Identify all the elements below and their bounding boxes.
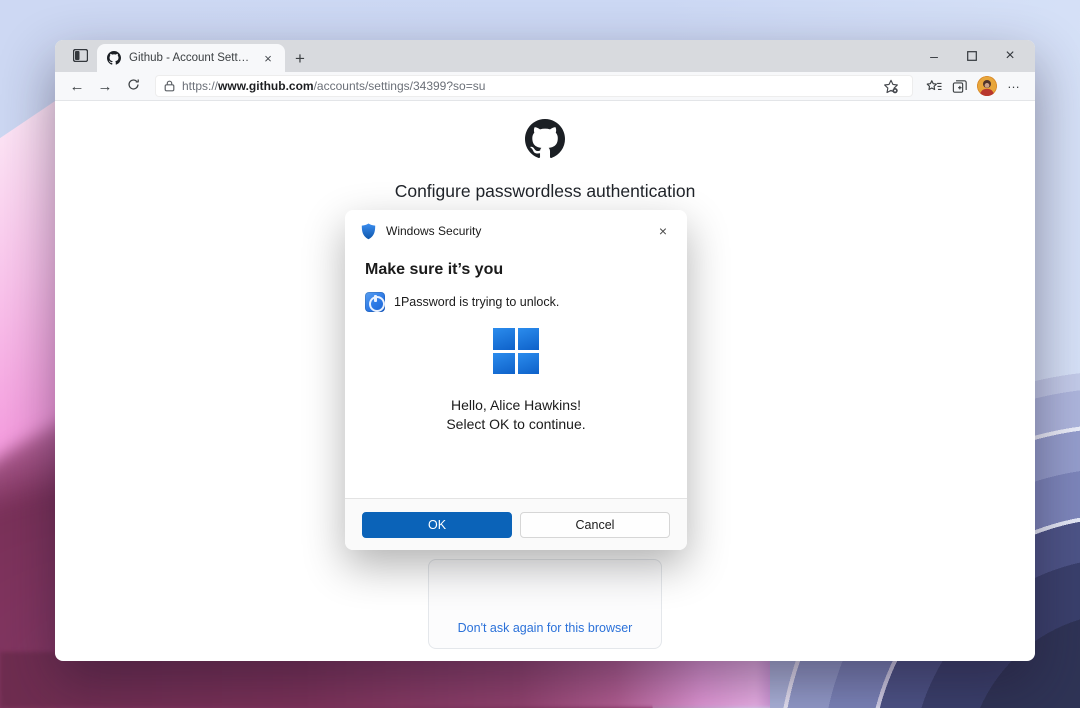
dialog-footer: OK Cancel: [345, 498, 687, 550]
settings-menu-button[interactable]: …: [1001, 74, 1027, 98]
dialog-heading: Make sure it’s you: [365, 261, 687, 279]
dialog-message: 1Password is trying to unlock.: [394, 295, 559, 309]
requesting-app-row: 1Password is trying to unlock.: [365, 292, 687, 312]
windows-logo-square: [493, 353, 515, 375]
url-text: https://www.github.com/accounts/settings…: [182, 79, 878, 93]
maximize-icon: [967, 51, 977, 61]
url-domain: www.github.com: [218, 79, 314, 93]
add-favorite-star-icon[interactable]: [878, 74, 904, 98]
window-close-button[interactable]: ×: [991, 41, 1029, 71]
windows-security-dialog: Windows Security × Make sure it’s you 1P…: [345, 210, 687, 550]
tab-actions-menu-button[interactable]: [65, 45, 95, 71]
window-minimize-button[interactable]: –: [915, 41, 953, 71]
ok-button[interactable]: OK: [362, 512, 512, 538]
greeting-line-1: Hello, Alice Hawkins!: [345, 396, 687, 415]
github-favicon-icon: [107, 51, 121, 65]
browser-tab-github[interactable]: Github - Account Settings ×: [97, 44, 285, 72]
reload-icon: [127, 78, 140, 95]
url-scheme: https://: [182, 79, 218, 93]
desktop-wallpaper: Github - Account Settings × + – × ← →: [0, 0, 1080, 708]
vertical-tabs-icon: [73, 49, 88, 67]
windows-logo-icon: [493, 328, 539, 374]
auth-options-card: Don't ask again for this browser: [428, 559, 662, 649]
collections-icon[interactable]: [947, 74, 973, 98]
favorites-list-icon[interactable]: [921, 74, 947, 98]
window-controls: – ×: [915, 40, 1029, 72]
site-security-lock-icon: [164, 80, 175, 92]
url-path: /accounts/settings/34399?so=su: [314, 79, 486, 93]
windows-security-shield-icon: [361, 223, 376, 240]
browser-toolbar: ← → https://www.github.com/accounts/sett…: [55, 72, 1035, 101]
dialog-title: Windows Security: [386, 224, 481, 238]
new-tab-button[interactable]: +: [291, 50, 309, 68]
cancel-button[interactable]: Cancel: [520, 512, 670, 538]
windows-logo-square: [518, 353, 540, 375]
windows-logo-square: [493, 328, 515, 350]
tab-close-button[interactable]: ×: [259, 49, 277, 67]
profile-avatar[interactable]: [977, 76, 997, 96]
dont-ask-again-link[interactable]: Don't ask again for this browser: [458, 621, 633, 635]
onepassword-app-icon: [365, 292, 385, 312]
back-button[interactable]: ←: [63, 74, 91, 98]
forward-button[interactable]: →: [91, 74, 119, 98]
tab-strip: Github - Account Settings × + – ×: [55, 40, 1035, 72]
page-title: Configure passwordless authentication: [55, 181, 1035, 202]
reload-button[interactable]: [119, 74, 147, 98]
windows-logo-square: [518, 328, 540, 350]
greeting-text: Hello, Alice Hawkins! Select OK to conti…: [345, 396, 687, 434]
window-maximize-button[interactable]: [953, 41, 991, 71]
dialog-close-button[interactable]: ×: [653, 221, 673, 241]
tab-title: Github - Account Settings: [129, 52, 251, 64]
dialog-header: Windows Security ×: [345, 210, 687, 241]
greeting-line-2: Select OK to continue.: [345, 415, 687, 434]
address-bar[interactable]: https://www.github.com/accounts/settings…: [155, 75, 913, 97]
github-logo-icon: [525, 119, 565, 164]
